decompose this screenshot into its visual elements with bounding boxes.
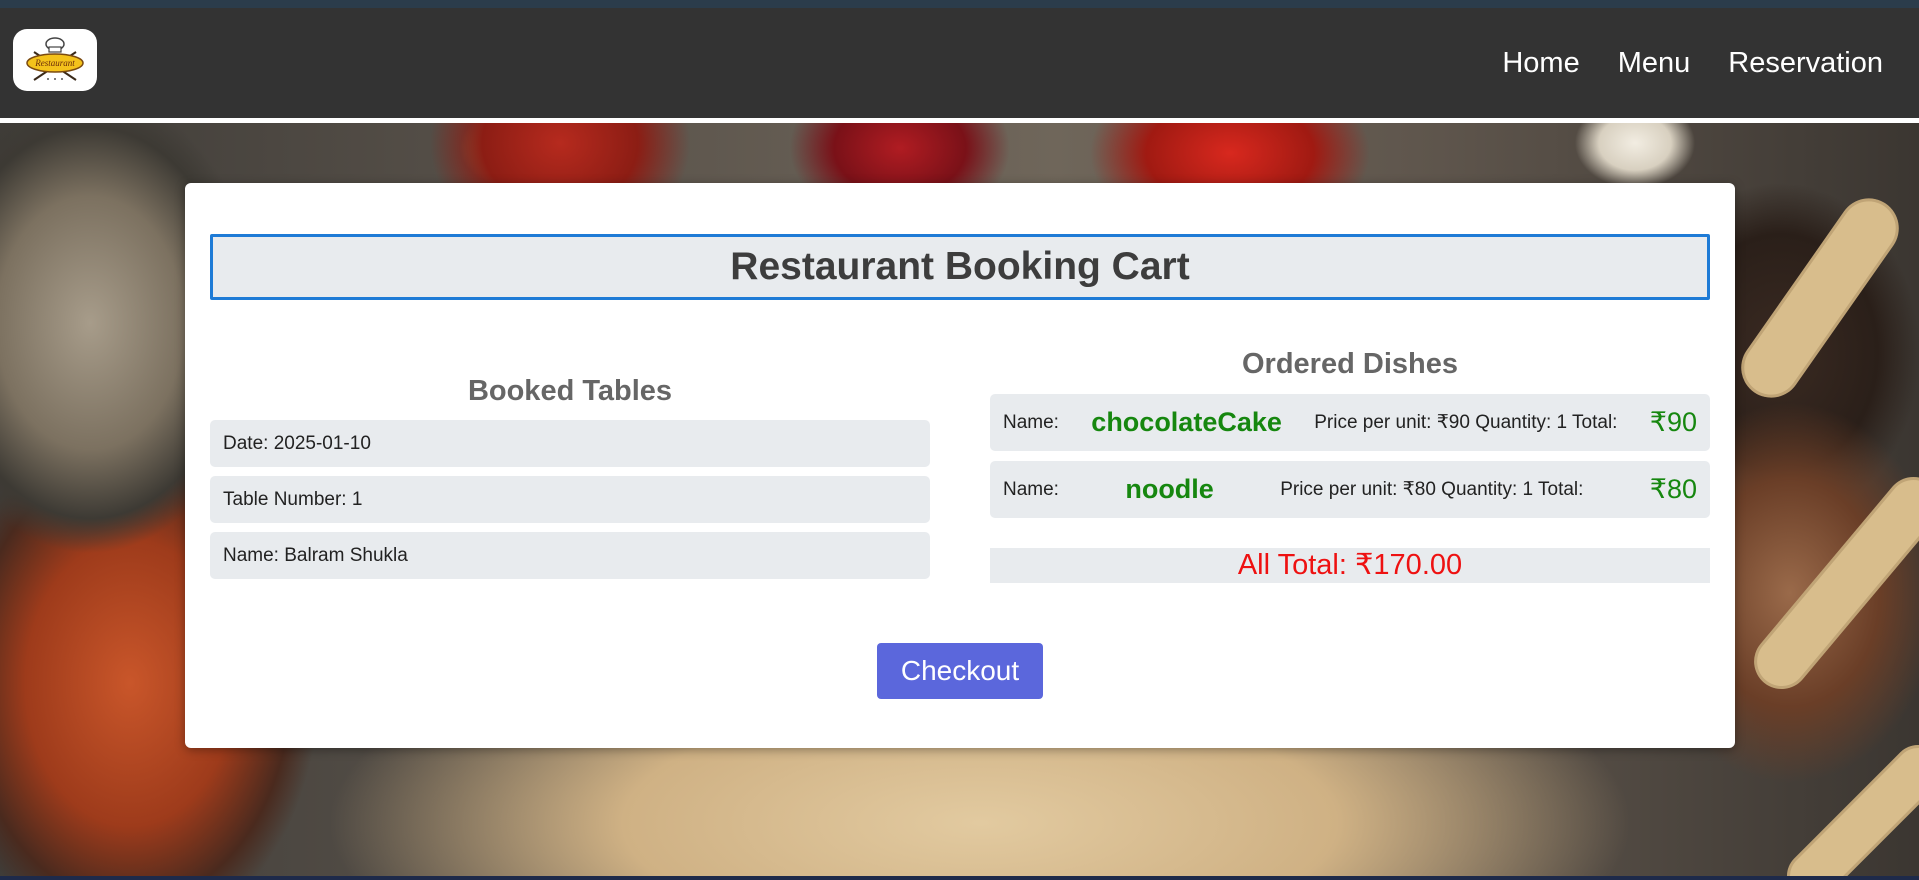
dish-total: ₹90	[1649, 407, 1697, 437]
svg-text:Restaurant: Restaurant	[34, 58, 75, 68]
restaurant-logo[interactable]: Restaurant	[13, 29, 97, 91]
wooden-spoon-decoration	[1776, 734, 1919, 876]
dish-row: Name: noodle Price per unit: ₹80 Quantit…	[990, 461, 1710, 518]
ordered-dishes-section: Ordered Dishes Name: chocolateCake Price…	[990, 344, 1710, 583]
navbar: Restaurant Home Menu Reservation	[0, 8, 1919, 123]
booked-tables-heading: Booked Tables	[467, 375, 673, 407]
booking-date: Date: 2025-01-10	[210, 420, 930, 467]
booking-table-number: Table Number: 1	[210, 476, 930, 523]
dish-name: noodle	[1125, 474, 1214, 504]
booking-name: Name: Balram Shukla	[210, 532, 930, 579]
nav-menu-link[interactable]: Menu	[1618, 47, 1691, 80]
checkout-button[interactable]: Checkout	[877, 643, 1043, 699]
all-total: All Total: ₹170.00	[990, 548, 1710, 583]
dish-name-label: Name:	[1003, 478, 1059, 500]
ordered-dishes-heading: Ordered Dishes	[1242, 348, 1458, 380]
top-strip	[0, 0, 1919, 8]
wooden-spoon-decoration	[1729, 186, 1911, 410]
nav-reservation-link[interactable]: Reservation	[1728, 47, 1883, 80]
nav-home-link[interactable]: Home	[1502, 47, 1579, 80]
page-title: Restaurant Booking Cart	[730, 245, 1190, 288]
booked-tables-section: Booked Tables Date: 2025-01-10 Table Num…	[210, 371, 930, 579]
dish-name: chocolateCake	[1091, 407, 1282, 437]
wooden-spoon-decoration	[1742, 465, 1919, 701]
dish-details: Price per unit: ₹80 Quantity: 1 Total:	[1280, 479, 1584, 500]
nav-links: Home Menu Reservation	[1502, 8, 1883, 118]
chef-hat-logo-icon: Restaurant	[26, 37, 84, 81]
dish-details: Price per unit: ₹90 Quantity: 1 Total:	[1314, 412, 1618, 433]
dish-row: Name: chocolateCake Price per unit: ₹90 …	[990, 394, 1710, 451]
booking-cart-card: Restaurant Booking Cart Booked Tables Da…	[185, 183, 1735, 748]
dish-name-label: Name:	[1003, 411, 1059, 433]
bottom-strip	[0, 876, 1919, 880]
dish-total: ₹80	[1649, 474, 1697, 504]
cart-title-box: Restaurant Booking Cart	[210, 234, 1710, 300]
